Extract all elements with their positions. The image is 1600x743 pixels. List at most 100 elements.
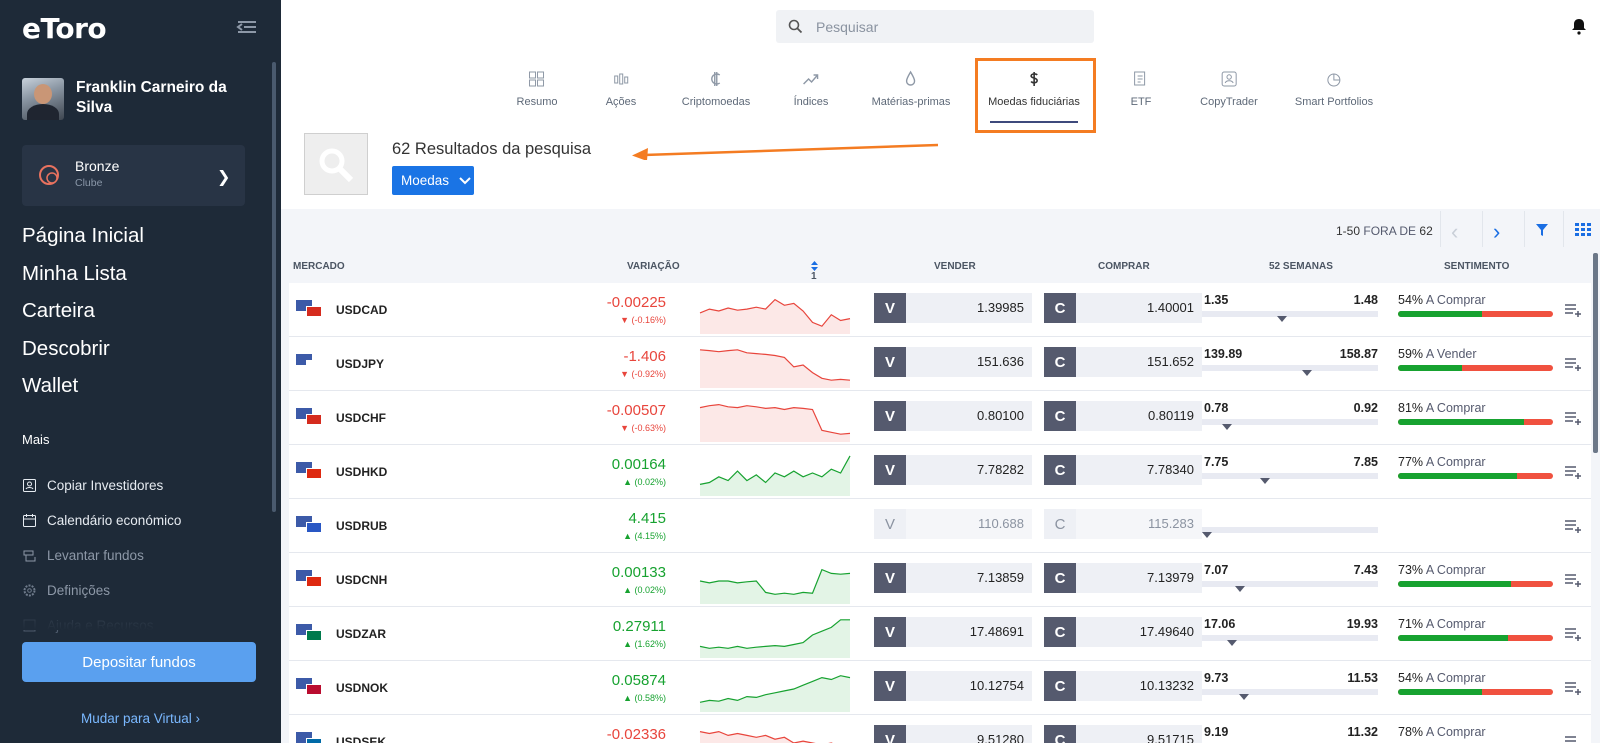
add-to-list-icon[interactable] [1564, 356, 1582, 371]
sell-button[interactable]: V [874, 617, 906, 647]
col-change[interactable]: VARIAÇÃO [627, 261, 680, 272]
instrument-symbol[interactable]: USDZAR [336, 627, 386, 641]
sell-button[interactable]: V [874, 455, 906, 485]
buy-button[interactable]: C [1044, 617, 1076, 647]
table-row[interactable]: USDHKD 0.00164 ▲ (0.02%) V 7.78282 C 7.78340 7.… [289, 445, 1591, 499]
sell-price[interactable]: 10.12754 [906, 671, 1032, 701]
sell-button[interactable]: V [874, 725, 906, 743]
table-row[interactable]: USDNOK 0.05874 ▲ (0.58%) V 10.12754 C 10.13232… [289, 661, 1591, 715]
filter-icon[interactable] [1535, 223, 1549, 237]
sell-button[interactable]: V [874, 293, 906, 323]
add-to-list-icon[interactable] [1564, 410, 1582, 425]
instrument-symbol[interactable]: USDRUB [336, 519, 387, 533]
sell-price[interactable]: 7.13859 [906, 563, 1032, 593]
table-row[interactable]: USDCHF -0.00507 ▼ (-0.63%) V 0.80100 C 0.80119… [289, 391, 1591, 445]
sell-button[interactable]: V [874, 401, 906, 431]
buy-price[interactable]: 10.13232 [1076, 671, 1202, 701]
add-to-list-icon[interactable] [1564, 518, 1582, 533]
buy-price[interactable]: 7.78340 [1076, 455, 1202, 485]
instrument-symbol[interactable]: USDHKD [336, 465, 387, 479]
buy-button[interactable]: C [1044, 509, 1076, 539]
buy-button[interactable]: C [1044, 293, 1076, 323]
col-sentiment[interactable]: SENTIMENTO [1444, 261, 1509, 272]
col-market[interactable]: MERCADO [293, 261, 345, 272]
sell-button[interactable]: V [874, 671, 906, 701]
add-to-list-icon[interactable] [1564, 572, 1582, 587]
deposit-funds-button[interactable]: Depositar fundos [22, 642, 256, 682]
buy-price[interactable]: 7.13979 [1076, 563, 1202, 593]
table-row[interactable]: USDRUB 4.415 ▲ (4.15%) V 110.688 C 115.283 [289, 499, 1591, 553]
tab-materias-primas[interactable]: Matérias-primas [872, 70, 950, 108]
buy-price[interactable]: 0.80119 [1076, 401, 1202, 431]
buy-button[interactable]: C [1044, 347, 1076, 377]
avatar[interactable] [22, 78, 64, 120]
sell-price[interactable]: 0.80100 [906, 401, 1032, 431]
nav-withdraw[interactable]: Levantar fundos [22, 538, 181, 573]
instrument-symbol[interactable]: USDCHF [336, 411, 386, 425]
nav-economic-calendar[interactable]: Calendário económico [22, 503, 181, 538]
buy-price[interactable]: 9.51715 [1076, 725, 1202, 743]
sell-price[interactable]: 110.688 [906, 509, 1032, 539]
buy-price[interactable]: 115.283 [1076, 509, 1202, 539]
tab-copytrader[interactable]: CopyTrader [1200, 70, 1258, 108]
search-bar[interactable]: Pesquisar [776, 10, 1094, 43]
nav-portfolio[interactable]: Carteira [22, 297, 144, 335]
tab-smart-portfolios[interactable]: Smart Portfolios [1295, 70, 1373, 108]
table-row[interactable]: USDCAD -0.00225 ▼ (-0.16%) V 1.39985 C 1.40001… [289, 283, 1591, 337]
table-row[interactable]: USDZAR 0.27911 ▲ (1.62%) V 17.48691 C 17.49640… [289, 607, 1591, 661]
col-52-weeks[interactable]: 52 SEMANAS [1269, 261, 1333, 272]
sidebar-scrollbar[interactable] [272, 62, 276, 512]
sell-price[interactable]: 9.51280 [906, 725, 1032, 743]
currency-filter-dropdown[interactable]: Moedas [392, 166, 474, 195]
grid-view-icon[interactable] [1575, 223, 1591, 237]
collapse-sidebar-icon[interactable] [236, 18, 258, 36]
instrument-symbol[interactable]: USDJPY [336, 357, 384, 371]
col-buy[interactable]: COMPRAR [1098, 261, 1150, 272]
buy-button[interactable]: C [1044, 563, 1076, 593]
table-row[interactable]: USDCNH 0.00133 ▲ (0.02%) V 7.13859 C 7.13979 7.… [289, 553, 1591, 607]
tab-etf[interactable]: ETF [1131, 70, 1151, 108]
tab-indices[interactable]: Índices [794, 70, 828, 108]
buy-price[interactable]: 1.40001 [1076, 293, 1202, 323]
buy-button[interactable]: C [1044, 671, 1076, 701]
switch-virtual-link[interactable]: Mudar para Virtual › [0, 711, 281, 726]
add-to-list-icon[interactable] [1564, 464, 1582, 479]
instrument-symbol[interactable]: USDSEK [336, 735, 386, 743]
add-to-list-icon[interactable] [1564, 680, 1582, 695]
nav-watchlist[interactable]: Minha Lista [22, 260, 144, 298]
user-profile[interactable]: Franklin Carneiro da Silva [22, 78, 246, 120]
buy-price[interactable]: 151.652 [1076, 347, 1202, 377]
tab-cripto[interactable]: Criptomoedas [682, 70, 750, 108]
buy-price[interactable]: 17.49640 [1076, 617, 1202, 647]
sell-button[interactable]: V [874, 563, 906, 593]
col-sell[interactable]: VENDER [934, 261, 976, 272]
col-period[interactable]: 1 DIA [811, 261, 828, 293]
previous-page-button[interactable]: ‹ [1451, 219, 1458, 245]
nav-copy-investors[interactable]: Copiar Investidores [22, 468, 181, 503]
bell-icon[interactable] [1570, 17, 1588, 35]
nav-home[interactable]: Página Inicial [22, 222, 144, 260]
sell-button[interactable]: V [874, 509, 906, 539]
instrument-symbol[interactable]: USDNOK [336, 681, 388, 695]
sell-price[interactable]: 7.78282 [906, 455, 1032, 485]
add-to-list-icon[interactable] [1564, 626, 1582, 641]
sell-price[interactable]: 17.48691 [906, 617, 1032, 647]
add-to-list-icon[interactable] [1564, 302, 1582, 317]
sell-price[interactable]: 151.636 [906, 347, 1032, 377]
table-row[interactable]: USDSEK-0.02336▼ (-0.20%)V9.51280C9.51715… [289, 715, 1591, 743]
table-row[interactable]: USDJPY -1.406 ▼ (-0.92%) V 151.636 C 151.652 13… [289, 337, 1591, 391]
tab-resumo[interactable]: Resumo [517, 70, 557, 108]
buy-button[interactable]: C [1044, 455, 1076, 485]
instrument-symbol[interactable]: USDCAD [336, 303, 387, 317]
nav-discover[interactable]: Descobrir [22, 335, 144, 373]
instrument-symbol[interactable]: USDCNH [336, 573, 387, 587]
nav-wallet[interactable]: Wallet [22, 372, 144, 410]
main-scrollbar[interactable] [1593, 253, 1598, 453]
sell-price[interactable]: 1.39985 [906, 293, 1032, 323]
tab-acoes[interactable]: Ações [606, 70, 636, 108]
add-to-list-icon[interactable] [1564, 734, 1582, 743]
club-card[interactable]: Bronze Clube ❯ [22, 145, 245, 206]
next-page-button[interactable]: › [1493, 219, 1500, 245]
etoro-logo[interactable]: eToro [22, 12, 107, 45]
sell-button[interactable]: V [874, 347, 906, 377]
